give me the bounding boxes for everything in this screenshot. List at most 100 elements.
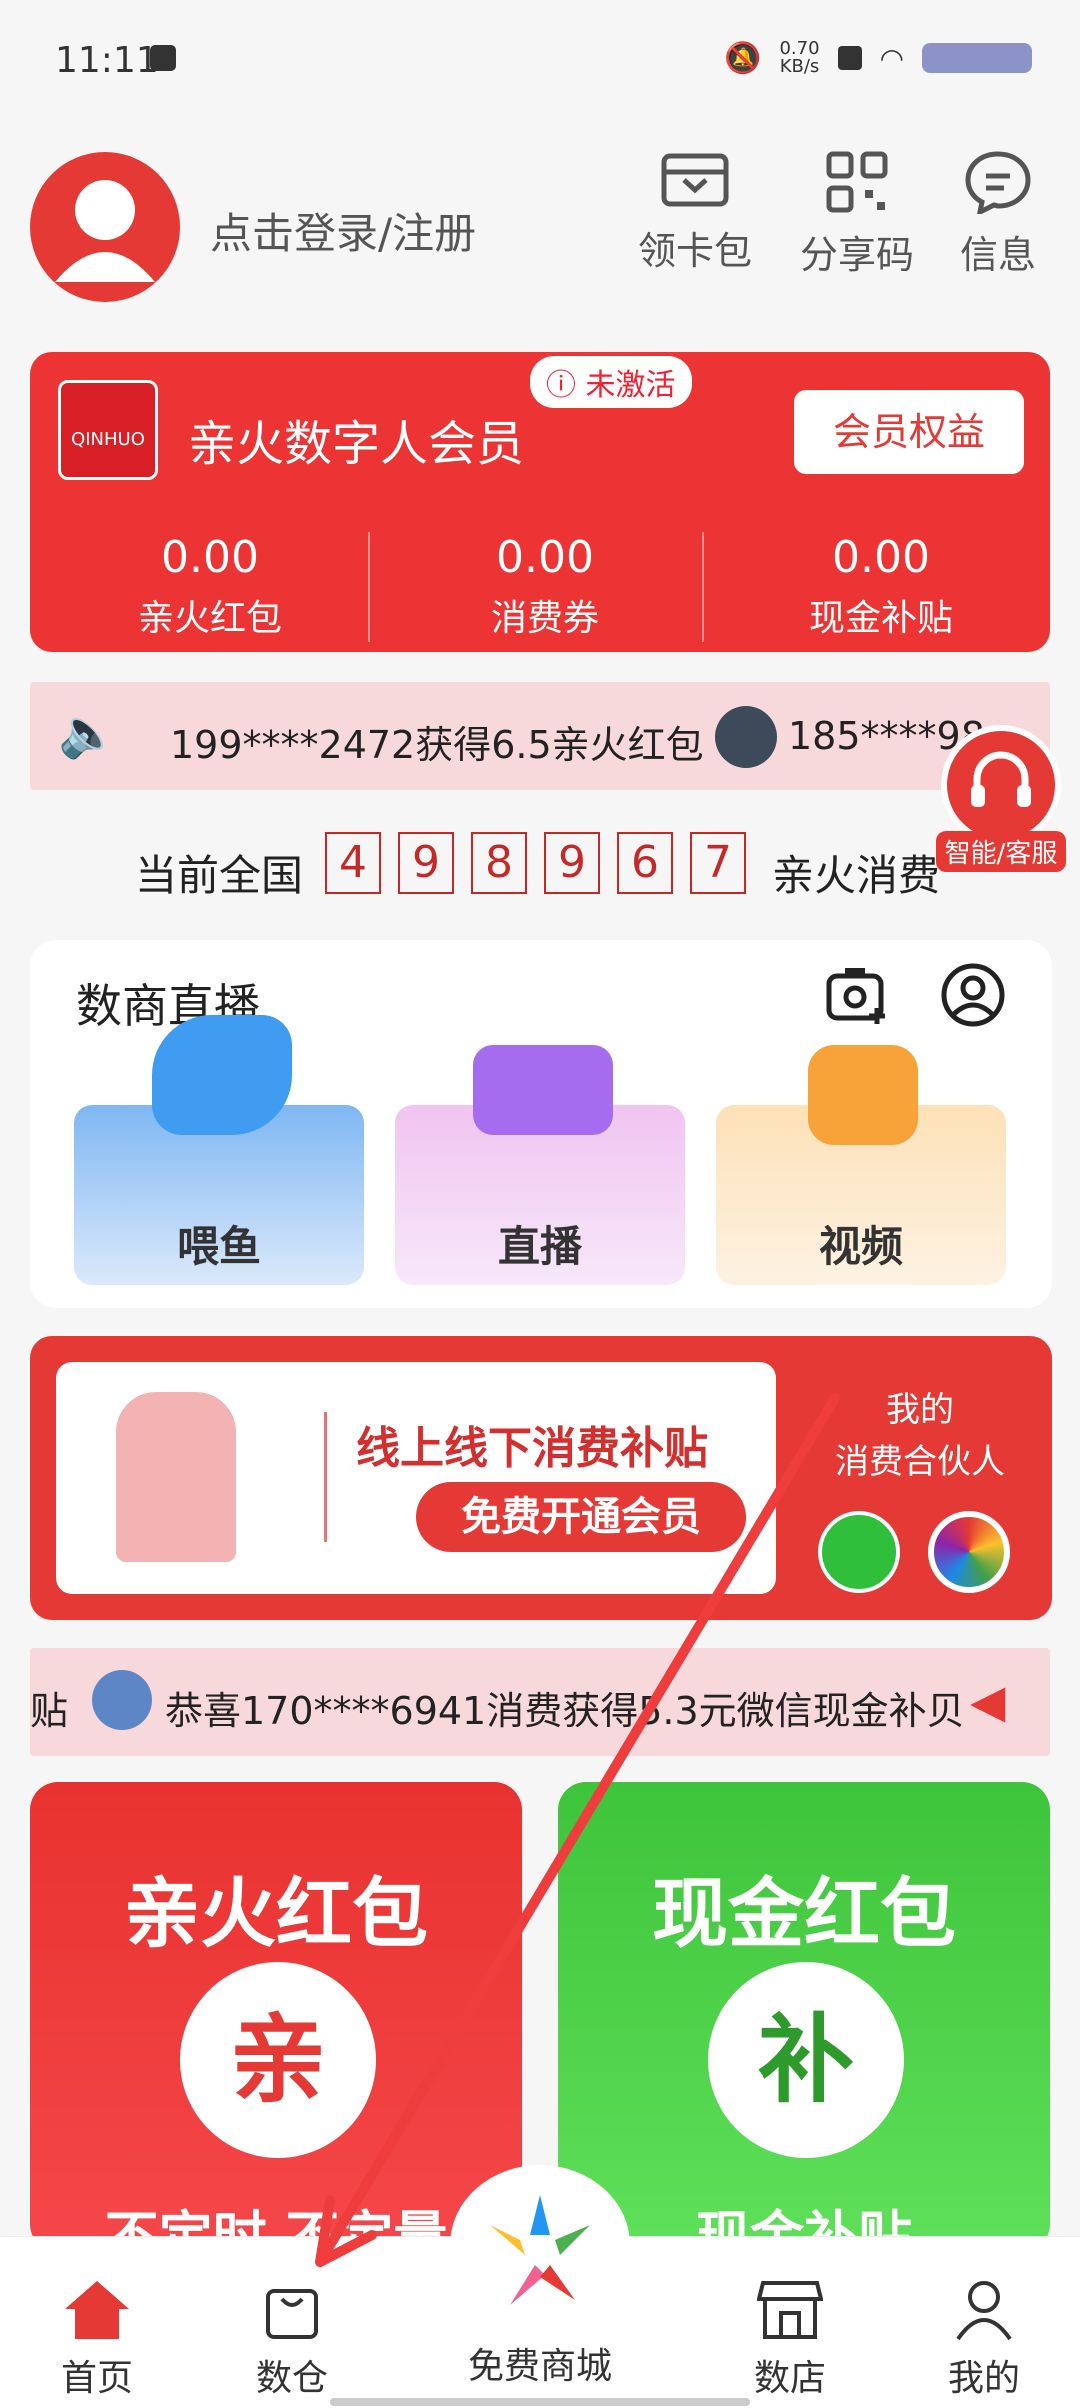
status-bar: 11:11 🔕 0.70 KB/s ◠ bbox=[0, 0, 1080, 130]
fish-icon bbox=[152, 1015, 292, 1135]
promo-banner[interactable]: 线上线下消费补贴 免费开通会员 我的 消费合伙人 bbox=[30, 1336, 1052, 1620]
messages-button[interactable]: 信息 bbox=[938, 150, 1058, 279]
message-icon bbox=[965, 151, 1031, 214]
stat-value: 0.00 bbox=[496, 532, 594, 583]
stat-value: 0.00 bbox=[161, 532, 259, 583]
rp-title: 亲火红包 bbox=[124, 1869, 428, 1958]
open-membership-button[interactable]: 免费开通会员 bbox=[416, 1482, 746, 1552]
home-icon bbox=[65, 2281, 129, 2339]
counter-digit: 9 bbox=[398, 832, 454, 894]
partner-line-2: 消费合伙人 bbox=[835, 1442, 1005, 1482]
speaker-icon: 🔈 bbox=[58, 705, 118, 761]
consume-partner: 我的 消费合伙人 bbox=[820, 1384, 1020, 1488]
marquee-text-1: 199****2472获得6.5亲火红包 bbox=[170, 723, 704, 767]
nav-store[interactable]: 数店 bbox=[720, 2277, 860, 2401]
nav-label: 我的 bbox=[947, 2358, 1020, 2399]
shopping-bag-icon bbox=[266, 2289, 318, 2339]
counter-digit: 4 bbox=[325, 832, 381, 894]
card-wallet-button[interactable]: 领卡包 bbox=[635, 150, 755, 275]
tile-label: 喂鱼 bbox=[176, 1222, 261, 1271]
counter-digit: 7 bbox=[690, 832, 746, 894]
inactive-badge: ⓘ 未激活 bbox=[530, 356, 692, 408]
qinhuo-logo: QINHUO bbox=[58, 380, 158, 480]
status-icons: 🔕 0.70 KB/s ◠ bbox=[724, 40, 1032, 76]
user-silhouette-icon bbox=[55, 180, 155, 282]
messages-label: 信息 bbox=[959, 233, 1036, 277]
tile-feed-fish[interactable]: 喂鱼 bbox=[74, 1015, 364, 1285]
qr-code-icon bbox=[826, 151, 888, 213]
wifi-icon: ◠ bbox=[879, 41, 904, 75]
camera-add-icon[interactable] bbox=[825, 962, 889, 1026]
profile-icon[interactable] bbox=[940, 962, 1006, 1028]
stat-divider bbox=[368, 532, 370, 642]
speaker-icon: ◀ bbox=[970, 1674, 1006, 1728]
counter-prefix: 当前全国 bbox=[135, 851, 304, 900]
counter-digit: 6 bbox=[617, 832, 673, 894]
wechat-icon[interactable] bbox=[818, 1511, 900, 1593]
nav-label: 数店 bbox=[753, 2358, 826, 2399]
promo-divider bbox=[324, 1412, 327, 1542]
store-icon bbox=[757, 2281, 823, 2339]
customer-service-button[interactable]: 智能/客服 bbox=[936, 725, 1066, 885]
mute-icon: 🔕 bbox=[724, 40, 762, 76]
subsidy-marquee: 贴 恭喜170****6941消费获得5.3元微信现金补贝 ◀ bbox=[30, 1648, 1050, 1756]
stat-cash-subsidy[interactable]: 0.00 现金补贴 bbox=[716, 532, 1046, 641]
nav-home[interactable]: 首页 bbox=[27, 2277, 167, 2401]
stat-label: 亲火红包 bbox=[137, 598, 282, 639]
inactive-badge-text: 未激活 bbox=[585, 368, 676, 403]
sim-icon bbox=[837, 46, 862, 70]
rp-char: 亲 bbox=[180, 1962, 376, 2158]
tile-label: 视频 bbox=[818, 1222, 903, 1271]
share-code-label: 分享码 bbox=[799, 233, 914, 277]
promo-headline: 线上线下消费补贴 bbox=[356, 1423, 708, 1474]
photos-icon[interactable] bbox=[928, 1511, 1010, 1593]
headset-icon bbox=[941, 725, 1061, 845]
avatar[interactable] bbox=[30, 152, 180, 302]
qinhuo-red-packet[interactable]: 亲火红包 亲 不定时 不定量 bbox=[30, 1782, 522, 2252]
play-icon bbox=[808, 1045, 918, 1145]
nav-warehouse[interactable]: 数仓 bbox=[222, 2277, 362, 2401]
tile-video[interactable]: 视频 bbox=[716, 1045, 1006, 1285]
partner-line-1: 我的 bbox=[886, 1390, 954, 1430]
rp-char: 补 bbox=[708, 1962, 904, 2158]
gesture-bar bbox=[330, 2398, 750, 2406]
counter-suffix: 亲火消费 bbox=[772, 851, 941, 900]
robot-icon bbox=[116, 1392, 236, 1562]
tile-label: 直播 bbox=[497, 1222, 582, 1271]
user-avatar bbox=[92, 1670, 152, 1730]
member-rights-button[interactable]: 会员权益 bbox=[794, 390, 1024, 474]
card-wallet-label: 领卡包 bbox=[637, 229, 752, 273]
share-code-button[interactable]: 分享码 bbox=[797, 150, 917, 279]
status-time: 11:11 bbox=[55, 40, 159, 81]
stat-coupon[interactable]: 0.00 消费券 bbox=[380, 532, 710, 641]
user-icon bbox=[956, 2281, 1012, 2341]
nav-label: 免费商城 bbox=[467, 2346, 612, 2387]
live-section: 数商直播 喂鱼 直播 视频 bbox=[30, 940, 1052, 1308]
stat-red-packet[interactable]: 0.00 亲火红包 bbox=[45, 532, 375, 641]
battery-icon bbox=[922, 43, 1032, 73]
member-card[interactable]: QINHUO 亲火数字人会员 ⓘ 未激活 会员权益 0.00 亲火红包 0.00… bbox=[30, 352, 1050, 652]
cash-red-packet[interactable]: 现金红包 补 现金补贴 bbox=[558, 1782, 1050, 2252]
stat-label: 现金补贴 bbox=[808, 598, 953, 639]
member-title: 亲火数字人会员 bbox=[188, 416, 525, 472]
customer-service-label: 智能/客服 bbox=[936, 831, 1066, 872]
rp-title: 现金红包 bbox=[652, 1869, 956, 1958]
reward-marquee: 🔈 199****2472获得6.5亲火红包 185****98 bbox=[30, 682, 1050, 790]
net-speed-unit: KB/s bbox=[779, 56, 820, 77]
card-wallet-icon bbox=[661, 153, 729, 207]
stat-label: 消费券 bbox=[490, 598, 599, 639]
status-mail-icon bbox=[150, 45, 176, 71]
user-avatar bbox=[715, 706, 777, 768]
stat-value: 0.00 bbox=[832, 532, 930, 583]
login-link[interactable]: 点击登录/注册 bbox=[210, 200, 476, 261]
nav-free-mall-label[interactable]: 免费商城 bbox=[440, 2337, 640, 2389]
video-camera-icon bbox=[473, 1045, 613, 1135]
counter-digit: 8 bbox=[471, 832, 527, 894]
net-speed: 0.70 KB/s bbox=[779, 40, 819, 76]
nav-label: 首页 bbox=[60, 2358, 133, 2399]
mall-logo-icon[interactable] bbox=[450, 2165, 630, 2325]
nav-mine[interactable]: 我的 bbox=[914, 2277, 1054, 2401]
tile-live[interactable]: 直播 bbox=[395, 1045, 685, 1285]
stat-divider bbox=[702, 532, 704, 642]
nav-label: 数仓 bbox=[255, 2358, 328, 2399]
